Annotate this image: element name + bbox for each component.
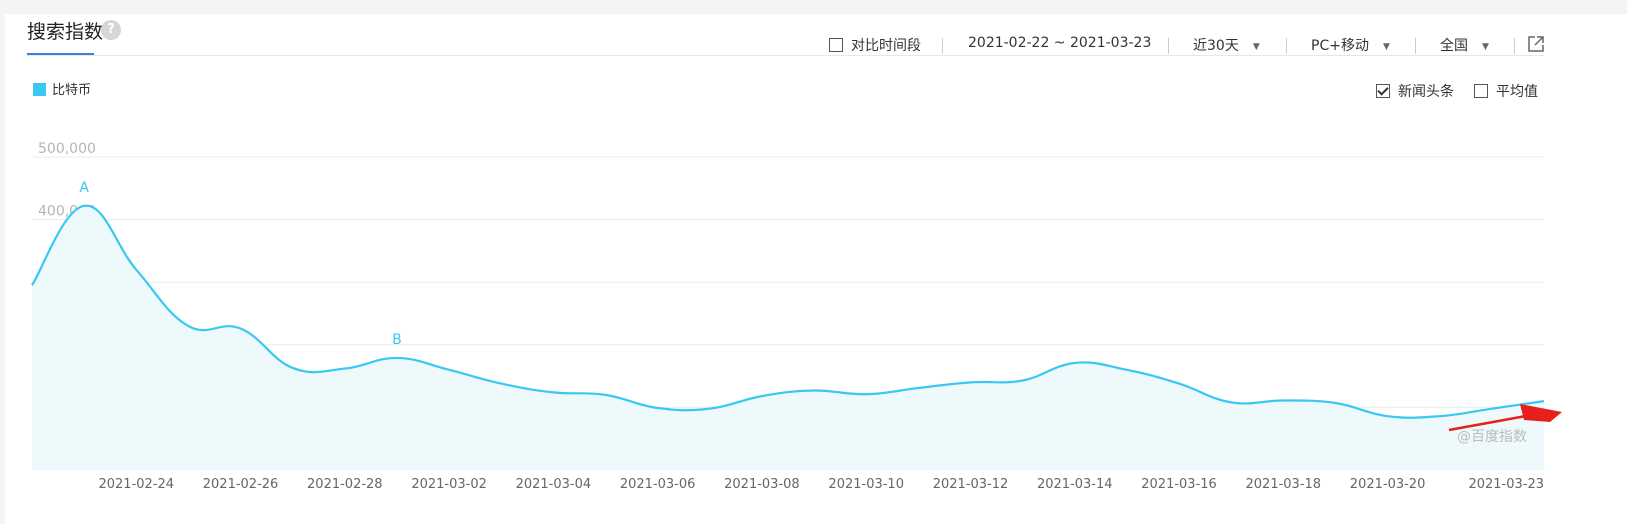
y-tick-label: 500,000: [38, 141, 96, 157]
x-tick-label: 2021-02-28: [307, 477, 383, 492]
x-tick-label: 2021-03-10: [828, 477, 904, 492]
x-tick-label: 2021-03-23: [1468, 477, 1544, 492]
x-tick-label: 2021-03-06: [620, 477, 696, 492]
annotation-label: B: [392, 332, 402, 348]
x-tick-label: 2021-03-08: [724, 477, 800, 492]
watermark: @百度指数: [1457, 429, 1527, 445]
annotation-label: A: [79, 180, 89, 196]
x-tick-label: 2021-02-26: [203, 477, 279, 492]
chart-plot: 500,000400,000300,000200,000100,0002021-…: [31, 141, 1562, 492]
x-tick-label: 2021-03-12: [933, 477, 1009, 492]
x-tick-label: 2021-03-20: [1350, 477, 1426, 492]
x-tick-label: 2021-02-24: [98, 477, 174, 492]
x-tick-label: 2021-03-16: [1141, 477, 1217, 492]
x-tick-label: 2021-03-18: [1246, 477, 1322, 492]
x-tick-label: 2021-03-04: [516, 477, 592, 492]
series-area: [32, 205, 1544, 470]
x-tick-label: 2021-03-02: [411, 477, 487, 492]
x-tick-label: 2021-03-14: [1037, 477, 1113, 492]
